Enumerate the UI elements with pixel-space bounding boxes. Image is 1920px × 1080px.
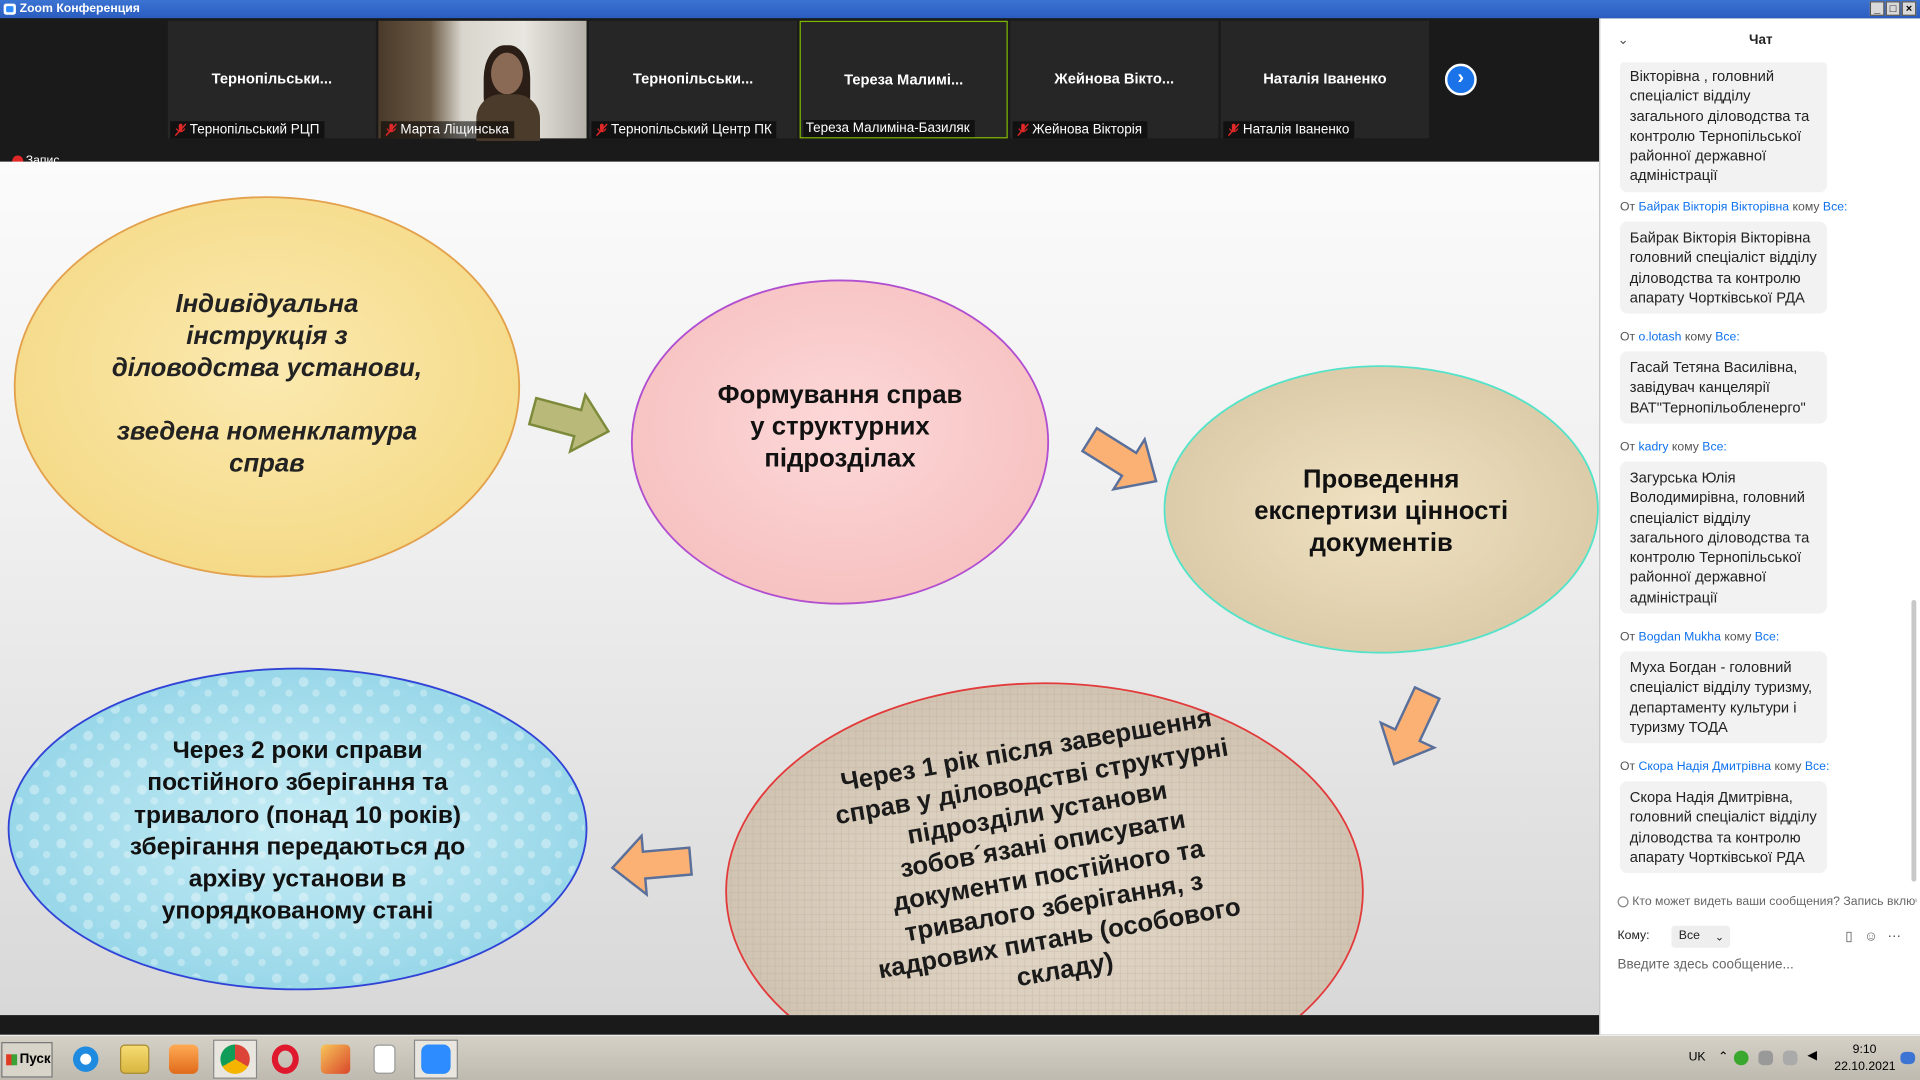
recipient-label: Кому: [1617, 929, 1650, 943]
participant-name: Наталія Іваненко [1263, 69, 1387, 87]
participant-name: Жейнова Вікто... [1054, 69, 1175, 87]
window-title: Zoom Конференция [19, 2, 140, 16]
participant-label: Тернопільський Центр ПК [591, 121, 777, 139]
participant-video-tile[interactable]: Марта Ліщинська [378, 20, 587, 141]
chat-message-bubble: Скора Надія Дмитрівна, головний спеціалі… [1620, 781, 1827, 874]
chat-message-bubble: Муха Богдан - головний спеціаліст відділ… [1620, 651, 1827, 744]
chat-message-header: От kadry кому Все: [1620, 440, 1727, 455]
minimize-button[interactable]: _ [1869, 1, 1885, 16]
muted-mic-icon [175, 123, 187, 136]
arrow-icon [610, 832, 693, 898]
chat-panel: ⌄ Чат Вікторівна , головний спеціаліст в… [1599, 18, 1920, 1035]
file-icon[interactable]: ▯ [1842, 929, 1857, 944]
chevron-down-icon[interactable]: ⌄ [1618, 18, 1629, 62]
chat-message-header: От o.lotash кому Все: [1620, 330, 1740, 345]
start-button[interactable]: Пуск [1, 1042, 53, 1078]
participant-tile[interactable]: Тернопільськи... Тернопільський Центр ПК [588, 20, 798, 139]
participant-tile[interactable]: Тернопільськи... Тернопільський РЦП [167, 20, 376, 139]
windows-flag-icon [6, 1054, 18, 1066]
tray-chevron-icon[interactable]: ⌃ [1718, 1051, 1728, 1064]
oval-text-two-years: Через 2 роки справи постійного зберіганн… [129, 737, 466, 926]
chat-message-header: От Скора Надія Дмитрівна кому Все: [1620, 760, 1830, 774]
zoom-app-icon [3, 3, 16, 15]
person-icon [1617, 896, 1629, 908]
chat-title: Чат [1749, 33, 1773, 48]
chat-message-bubble: Загурська Юлія Володимирівна, головний с… [1620, 461, 1827, 614]
display-icon[interactable] [1782, 1050, 1798, 1066]
opera-icon[interactable] [271, 1044, 299, 1074]
media-player-icon[interactable] [168, 1044, 199, 1074]
chat-message-header: От Байрак Вікторія Вікторівна кому Все: [1620, 200, 1848, 215]
maximize-button[interactable]: □ [1885, 1, 1901, 16]
participant-label: Жейнова Вікторія [1012, 121, 1147, 139]
arrow-icon [1378, 685, 1442, 766]
network-icon[interactable] [1758, 1050, 1774, 1066]
participant-tile[interactable]: Жейнова Вікто... Жейнова Вікторія [1010, 20, 1219, 139]
recipient-select[interactable]: Все ⌄ [1671, 925, 1731, 948]
clock-date[interactable]: 22.10.2021 [1834, 1060, 1895, 1073]
chat-message-input[interactable]: Введите здесь сообщение... [1618, 958, 1794, 973]
document-icon[interactable] [373, 1044, 396, 1074]
chat-message-bubble: Байрак Вікторія Вікторівна головний спец… [1620, 221, 1827, 314]
tray-app-icon[interactable] [1733, 1050, 1749, 1066]
participant-label: Тернопільський РЦП [170, 121, 325, 139]
participant-tile-speaking[interactable]: Тереза Малимі... Тереза Малиміна-Базиляк [799, 20, 1008, 139]
participant-label: Наталія Іваненко [1223, 121, 1355, 139]
arrow-icon [1080, 426, 1158, 491]
chat-message-bubble: Вікторівна , головний спеціаліст відділу… [1620, 62, 1827, 192]
participant-name: Тернопільськи... [632, 69, 754, 87]
chat-scrollbar[interactable] [1911, 600, 1917, 882]
chevron-down-icon: ⌄ [1714, 930, 1725, 943]
app-icon[interactable] [320, 1044, 351, 1074]
more-icon[interactable]: ⋯ [1887, 929, 1902, 944]
participant-label: Тереза Малиміна-Базиляк [803, 120, 975, 138]
muted-mic-icon [1017, 123, 1029, 136]
muted-mic-icon [1228, 123, 1240, 136]
oval-text-expertise: Проведення експертизи цінності документі… [1254, 465, 1509, 558]
shared-slide: Індивідуальна інструкція з діловодства у… [0, 161, 1600, 1016]
arrow-icon [527, 391, 611, 454]
chat-message-bubble: Гасай Тетяна Василівна, завідувач канцел… [1620, 351, 1827, 424]
muted-mic-icon [385, 123, 397, 136]
internet-explorer-icon[interactable] [71, 1044, 101, 1074]
chrome-icon[interactable] [220, 1044, 250, 1074]
participant-strip: Тернопільськи... Тернопільський РЦП Март… [0, 18, 1600, 161]
language-indicator[interactable]: UK [1689, 1051, 1706, 1064]
zoom-window: Zoom Конференция _ □ × Тернопільськи... … [0, 0, 1920, 1080]
oval-text-instruction: Індивідуальна інструкція з діловодства у… [111, 290, 422, 478]
muted-mic-icon [596, 123, 608, 136]
volume-icon[interactable]: ◀ [1807, 1049, 1816, 1062]
title-bar: Zoom Конференция _ □ × [0, 0, 1920, 19]
emoji-icon[interactable]: ☺ [1864, 929, 1879, 944]
participant-name: Тернопільськи... [211, 69, 333, 87]
show-desktop-icon[interactable] [1900, 1051, 1916, 1065]
zoom-icon[interactable] [421, 1044, 451, 1074]
oval-text-forming: Формування справ у структурних підрозділ… [717, 380, 963, 473]
chat-header: ⌄ Чат [1600, 18, 1920, 62]
chat-privacy-notice[interactable]: Кто может видеть ваши сообщения? Запись … [1617, 895, 1916, 909]
chat-messages[interactable]: Вікторівна , головний спеціаліст відділу… [1600, 62, 1920, 895]
next-page-arrow-icon[interactable]: › [1444, 63, 1477, 96]
chat-message-header: От Bogdan Mukha кому Все: [1620, 630, 1780, 645]
meeting-view: Тернопільськи... Тернопільський РЦП Март… [0, 18, 1600, 1035]
close-button[interactable]: × [1901, 1, 1917, 16]
participant-tile[interactable]: Наталія Іваненко Наталія Іваненко [1220, 20, 1429, 139]
participant-label: Марта Ліщинська [380, 121, 514, 139]
participant-name: Тереза Малимі... [844, 71, 964, 89]
taskbar: Пуск UK ⌃ ◀ 9:10 22.10.2021 [0, 1034, 1920, 1080]
file-explorer-icon[interactable] [120, 1044, 150, 1074]
clock-time[interactable]: 9:10 [1853, 1043, 1877, 1056]
